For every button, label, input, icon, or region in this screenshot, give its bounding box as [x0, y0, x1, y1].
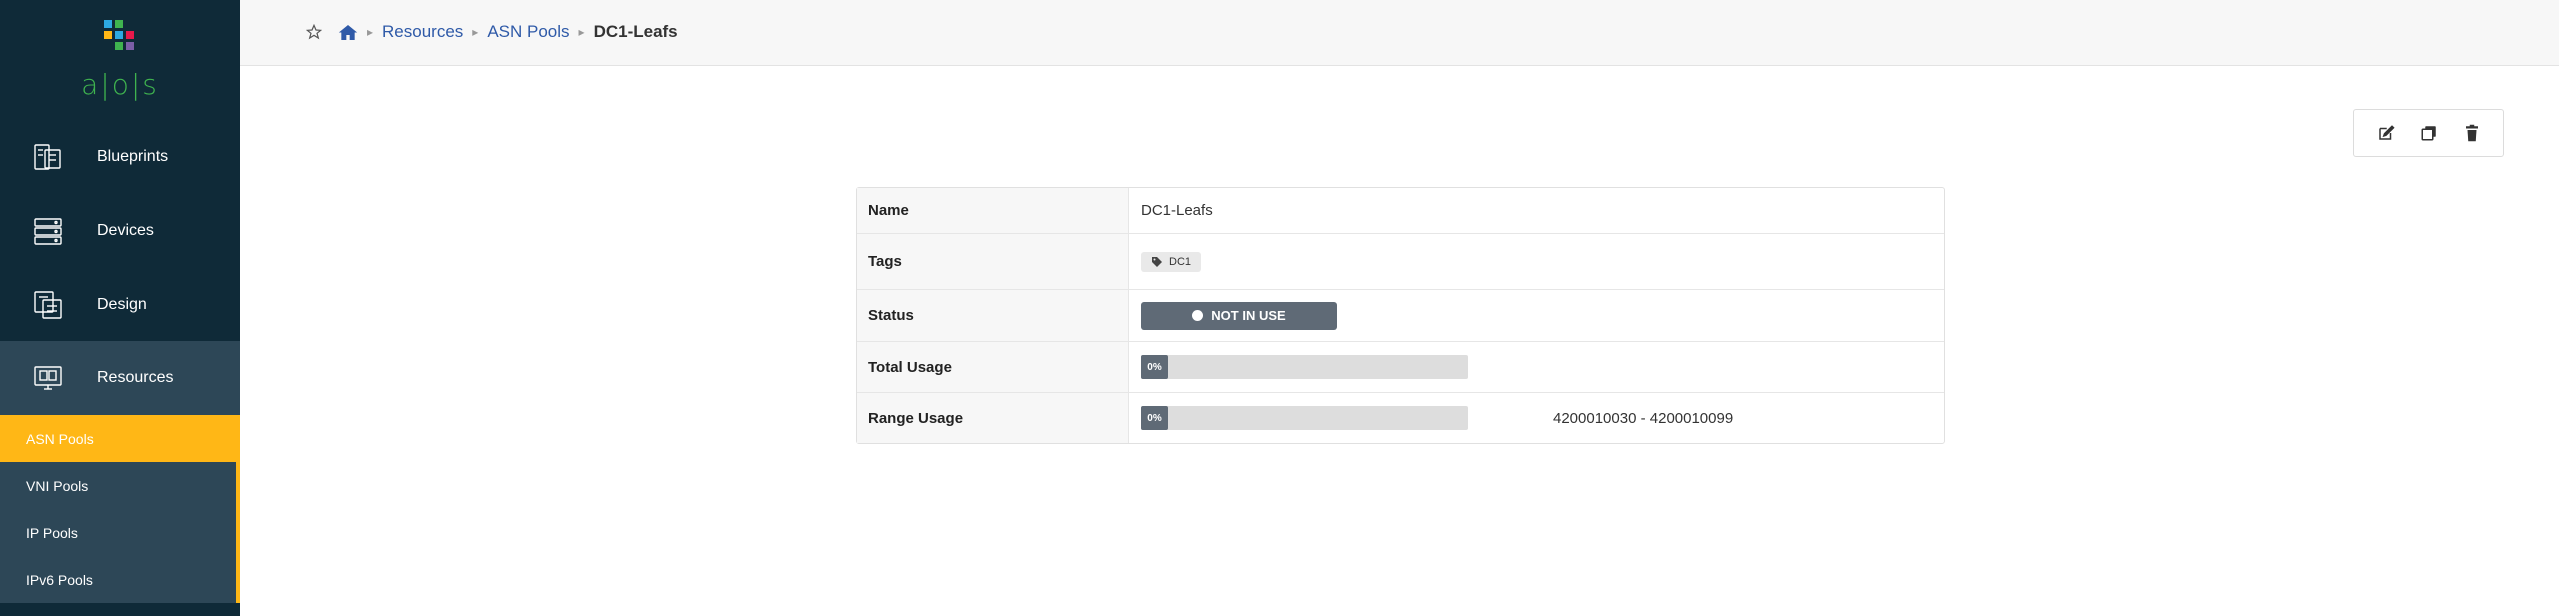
sidebar-item-label: Devices [97, 222, 154, 239]
tag-icon [1152, 256, 1162, 267]
breadcrumb-current: DC1-Leafs [593, 22, 678, 41]
total-usage-progress-bar: 0% [1141, 355, 1468, 379]
details-value-status: NOT IN USE [1129, 290, 1944, 341]
resources-submenu: ASN Pools VNI Pools IP Pools IPv6 Pools [0, 415, 240, 603]
sidebar-item-resources[interactable]: Resources [0, 341, 240, 415]
submenu-item-asn-pools[interactable]: ASN Pools [0, 415, 240, 462]
logo-mark-icon [104, 20, 134, 50]
edit-icon [2378, 125, 2395, 140]
breadcrumb: ▸ Resources ▸ ASN Pools ▸ DC1-Leafs [306, 22, 678, 42]
submenu-item-label: IP Pools [26, 524, 78, 541]
progress-fill: 0% [1141, 355, 1168, 379]
breadcrumb-resources[interactable]: Resources [382, 22, 463, 42]
details-key: Range Usage [857, 393, 1129, 443]
details-value-name: DC1-Leafs [1141, 202, 1213, 219]
devices-icon [34, 218, 62, 245]
submenu-item-ip-pools[interactable]: IP Pools [0, 509, 236, 556]
sidebar-item-blueprints[interactable]: Blueprints [0, 120, 240, 194]
details-row-status: Status NOT IN USE [857, 290, 1944, 342]
details-value-tags: DC1 [1129, 234, 1944, 289]
pool-details-table: Name DC1-Leafs Tags DC1 Status NOT IN US… [856, 187, 1945, 444]
details-row-total-usage: Total Usage 0% [857, 342, 1944, 393]
submenu-item-vni-pools[interactable]: VNI Pools [0, 462, 236, 509]
resources-icon [34, 366, 62, 390]
delete-button[interactable] [2458, 119, 2486, 147]
logo-text: a|o|s [81, 68, 159, 101]
details-key: Tags [857, 234, 1129, 289]
submenu-item-label: IPv6 Pools [26, 571, 93, 588]
clone-icon [2421, 126, 2436, 141]
status-badge: NOT IN USE [1141, 301, 1337, 330]
clone-button[interactable] [2415, 119, 2443, 147]
submenu-item-label: ASN Pools [26, 430, 94, 447]
action-toolbar [2353, 109, 2504, 157]
details-value-range-usage: 0% 4200010030 - 4200010099 [1129, 393, 1944, 443]
tag-badge[interactable]: DC1 [1141, 251, 1202, 272]
breadcrumb-separator: ▸ [367, 25, 374, 39]
star-icon[interactable] [306, 24, 322, 40]
sidebar-item-label: Design [97, 296, 147, 313]
details-row-tags: Tags DC1 [857, 234, 1944, 290]
tag-label: DC1 [1169, 255, 1192, 268]
asn-range: 4200010030 - 4200010099 [1553, 409, 1734, 427]
submenu-item-label: VNI Pools [26, 477, 89, 494]
details-row-name: Name DC1-Leafs [857, 188, 1944, 234]
status-dot-icon [1192, 310, 1204, 321]
details-key: Status [857, 290, 1129, 341]
breadcrumb-separator: ▸ [578, 25, 585, 39]
details-value-total-usage: 0% [1129, 342, 1944, 392]
delete-icon [2465, 124, 2478, 142]
edit-button[interactable] [2372, 119, 2400, 147]
app-logo[interactable]: a|o|s [0, 0, 240, 110]
details-key: Name [857, 188, 1129, 233]
home-icon[interactable] [338, 24, 358, 41]
top-bar: ▸ Resources ▸ ASN Pools ▸ DC1-Leafs [240, 0, 2559, 66]
sidebar: a|o|s Blueprints Devices Design Resource… [0, 0, 240, 616]
breadcrumb-asn-pools[interactable]: ASN Pools [487, 22, 569, 42]
sidebar-item-label: Blueprints [97, 148, 169, 165]
range-usage-progress-bar: 0% [1141, 406, 1468, 430]
design-icon [34, 291, 62, 319]
details-row-range-usage: Range Usage 0% 4200010030 - 4200010099 [857, 393, 1944, 443]
breadcrumb-separator: ▸ [472, 25, 479, 39]
sidebar-item-design[interactable]: Design [0, 268, 240, 342]
details-key: Total Usage [857, 342, 1129, 392]
sidebar-item-label: Resources [97, 369, 174, 386]
progress-fill: 0% [1141, 406, 1168, 430]
status-label: NOT IN USE [1211, 308, 1286, 323]
submenu-item-ipv6-pools[interactable]: IPv6 Pools [0, 556, 236, 603]
blueprints-icon [34, 144, 61, 170]
sidebar-item-devices[interactable]: Devices [0, 194, 240, 268]
